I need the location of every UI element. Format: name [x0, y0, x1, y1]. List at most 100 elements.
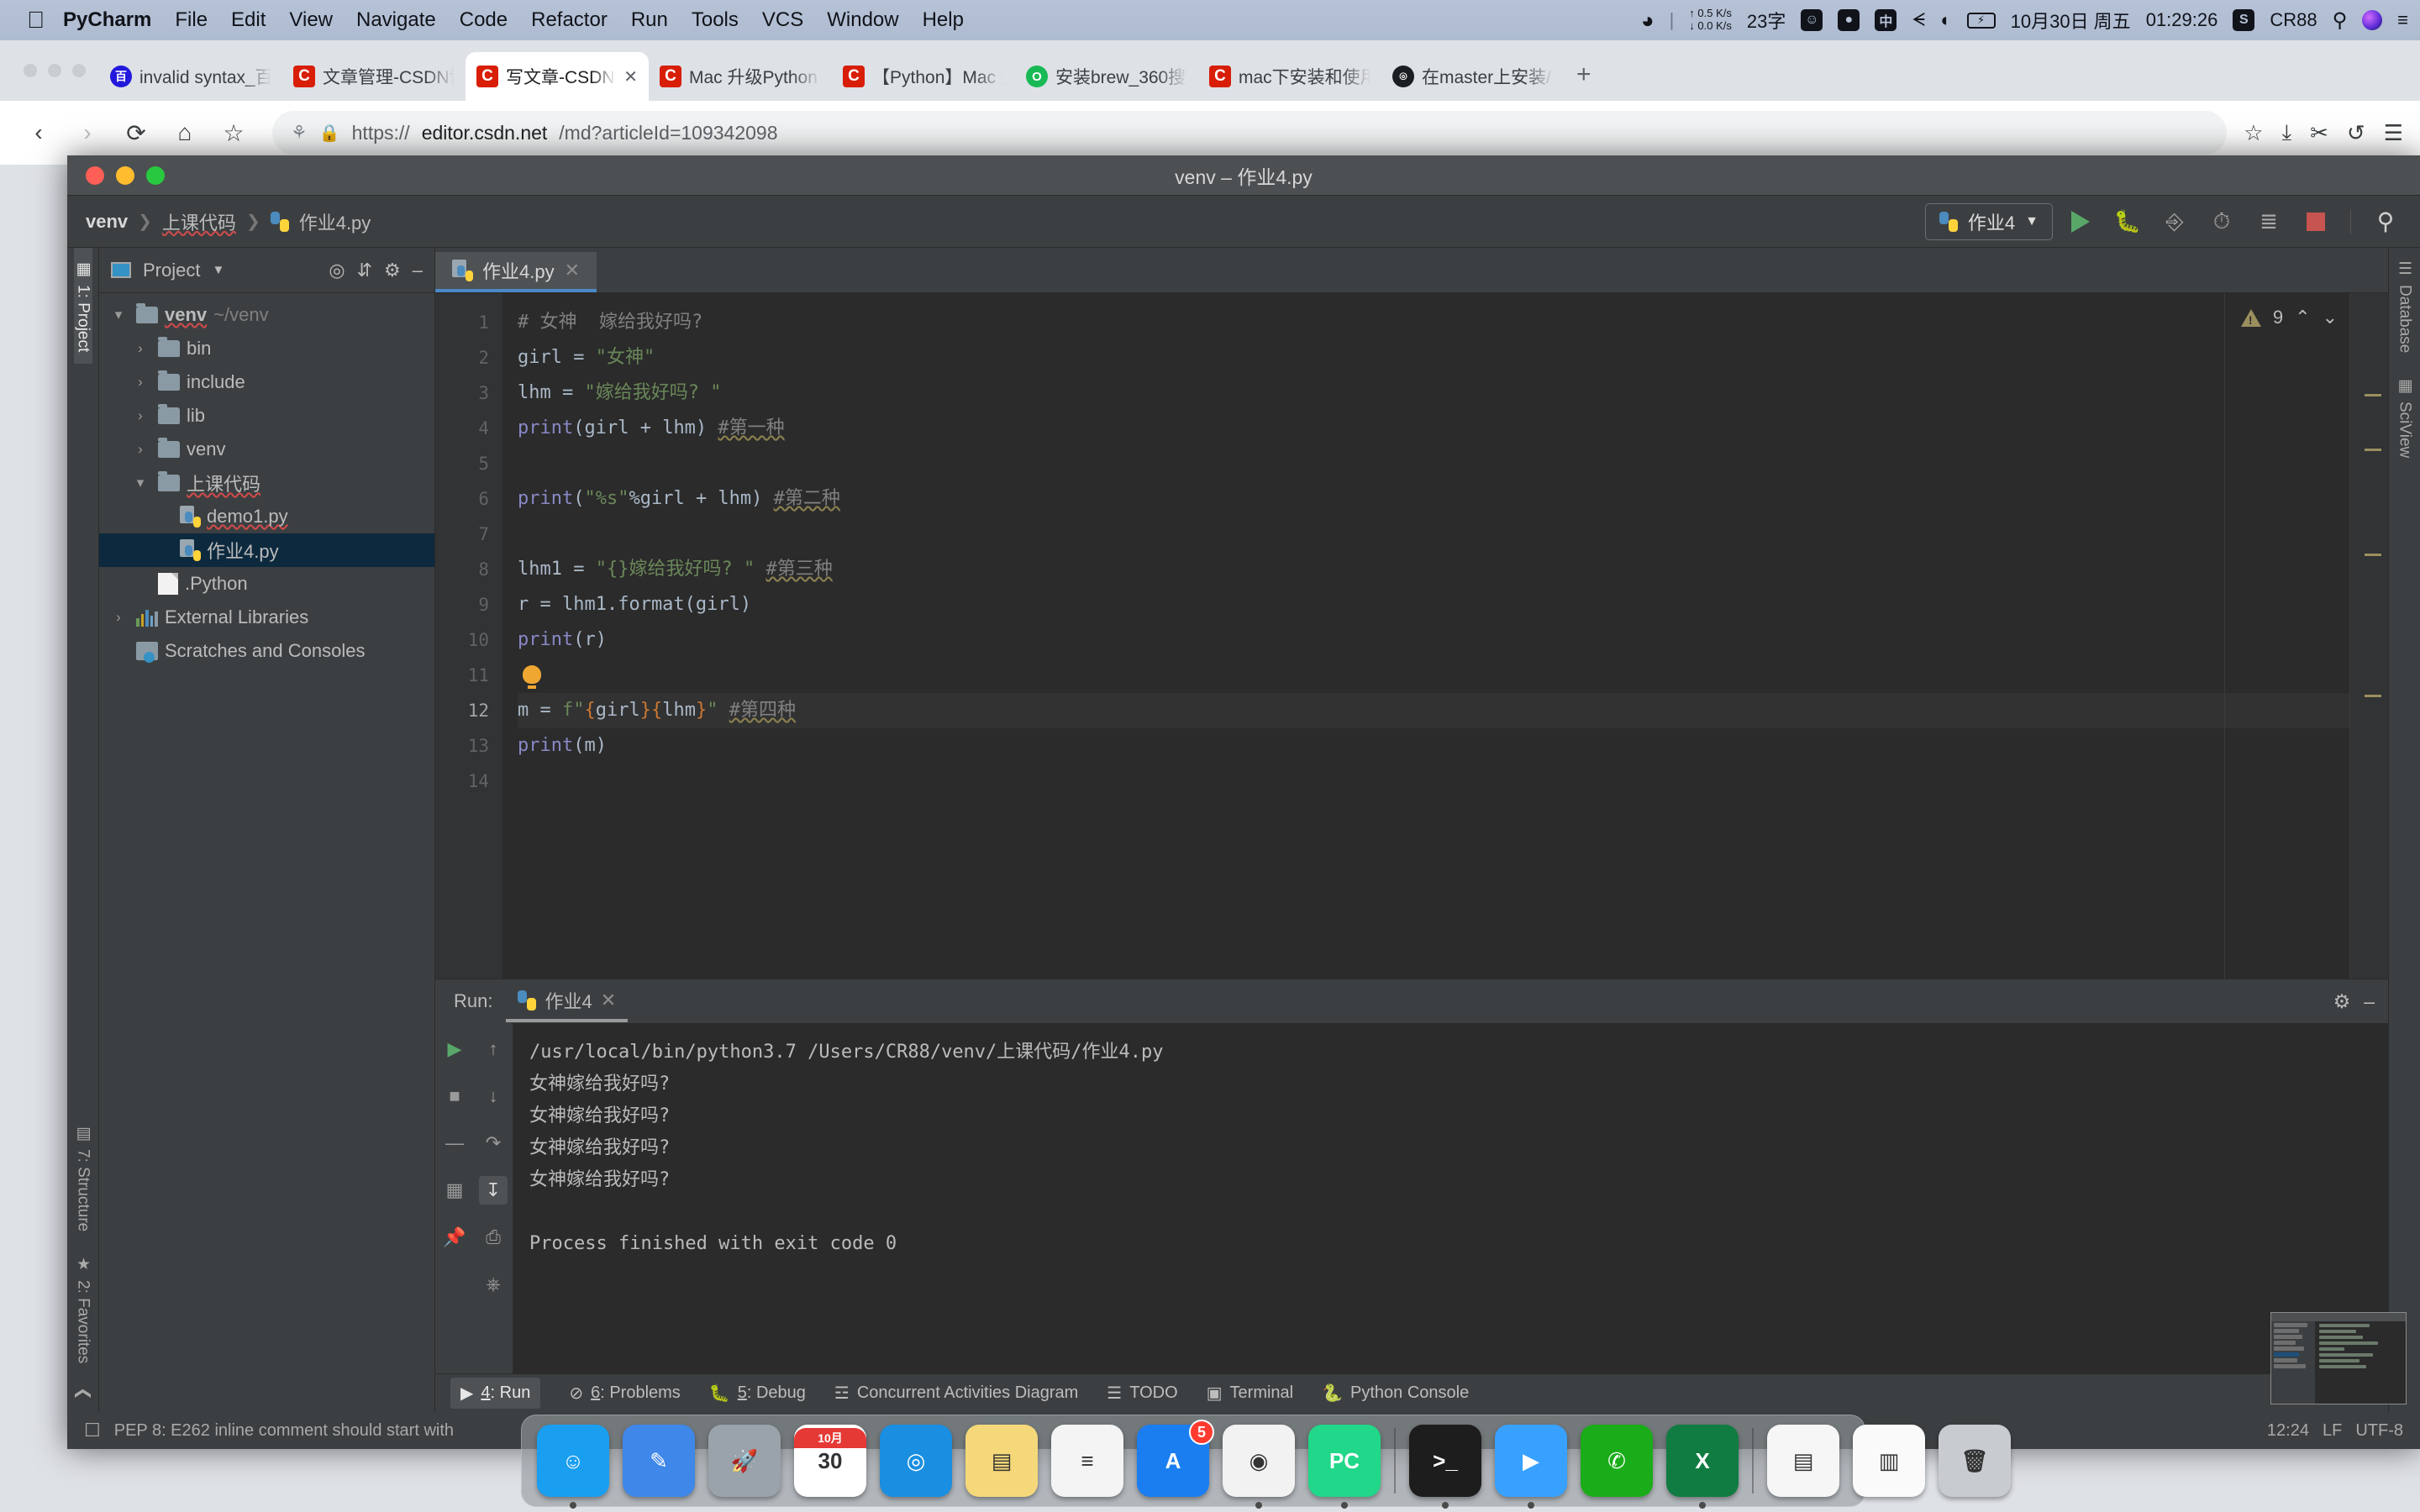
caret-position[interactable]: 12:24	[2267, 1421, 2309, 1441]
dock-app-gitee[interactable]: ▶	[1495, 1425, 1567, 1509]
input-method-icon[interactable]: 中	[1875, 9, 1897, 31]
close-run-tab-icon[interactable]: ✕	[601, 990, 616, 1011]
tool-window-button-concurrent-activities-diagram[interactable]: ☲ Concurrent Activities Diagram	[834, 1383, 1078, 1404]
menu-app-name[interactable]: PyCharm	[63, 8, 151, 32]
chevron-right-icon[interactable]: ›	[129, 374, 151, 391]
dock-app-wechat[interactable]: ✆	[1581, 1425, 1653, 1497]
line-number[interactable]: 3	[435, 375, 489, 411]
run-with-console-icon[interactable]: ≣	[2249, 202, 2288, 241]
code-line[interactable]	[518, 517, 2388, 552]
next-problem-icon[interactable]: ⌄	[2323, 307, 2338, 328]
tool-window-button-run[interactable]: ▶ 4: Run	[450, 1378, 541, 1409]
line-number[interactable]: 9	[435, 587, 489, 622]
dock-app-chrome[interactable]: ◉	[1223, 1425, 1295, 1509]
breadcrumb-item-folder[interactable]: 上课代码	[162, 208, 236, 235]
tool-window-button-debug[interactable]: 🐛 5: Debug	[709, 1383, 806, 1404]
code-editor[interactable]: 1 2 3 4 5 6 7 8 9 10 11 12 13 14 # 女神 嫁给我好吗? girl = "女…	[435, 293, 2388, 979]
chevron-right-icon[interactable]: ›	[129, 441, 151, 458]
chevron-right-icon[interactable]: ›	[129, 407, 151, 424]
settings-gear-icon[interactable]: ⚙	[384, 260, 401, 281]
code-line[interactable]: # 女神 嫁给我好吗?	[518, 305, 2388, 340]
bookmark-star-icon[interactable]: ☆	[212, 111, 255, 155]
menu-item-window[interactable]: Window	[827, 8, 898, 32]
code-line[interactable]: lhm = "嫁给我好吗? "	[518, 375, 2388, 411]
apple-icon[interactable]: 	[27, 8, 45, 32]
inspection-widget[interactable]: 9 ⌃ ⌄	[2240, 307, 2338, 328]
soft-wrap-icon[interactable]: ↷	[479, 1129, 508, 1158]
menu-item-navigate[interactable]: Navigate	[356, 8, 436, 32]
rerun-icon[interactable]: ▶	[440, 1035, 469, 1063]
menu-item-edit[interactable]: Edit	[231, 8, 266, 32]
tree-item-0[interactable]: ▾ venv ~/venv	[99, 298, 434, 332]
bluetooth-icon[interactable]: ᗕ	[1912, 9, 1925, 31]
run-console-output[interactable]: /usr/local/bin/python3.7 /Users/CR88/ven…	[513, 1023, 2388, 1373]
tree-item-2[interactable]: › include	[99, 365, 434, 399]
collapse-all-icon[interactable]: ⇵	[357, 260, 372, 281]
intention-bulb-icon[interactable]	[523, 665, 541, 689]
chevron-down-icon[interactable]: ▾	[108, 307, 129, 323]
settings-gear-icon[interactable]: ⚙	[2333, 990, 2351, 1013]
shield-icon[interactable]: ⚘	[291, 122, 308, 144]
editor-marker-bar[interactable]	[2349, 293, 2388, 979]
hide-icon[interactable]: –	[413, 260, 423, 281]
sidebar-item-project[interactable]: ▦ 1: Project	[73, 248, 92, 365]
layout-icon[interactable]: ▦	[440, 1176, 469, 1205]
code-line[interactable]	[518, 658, 2388, 693]
line-number[interactable]: 5	[435, 446, 489, 481]
menu-item-file[interactable]: File	[175, 8, 208, 32]
line-number[interactable]: 12	[435, 693, 489, 728]
browser-tab[interactable]: C Mac 升级Python 2.7 至	[649, 52, 832, 101]
code-line[interactable]: print("%s"%girl + lhm) #第二种	[518, 481, 2388, 517]
editor-code-area[interactable]: # 女神 嫁给我好吗? girl = "女神" lhm = "嫁给我好吗? " pri…	[502, 293, 2388, 979]
close-window-button[interactable]	[24, 64, 37, 77]
tree-item-9[interactable]: › External Libraries	[99, 601, 434, 634]
close-tab-icon[interactable]: ✕	[623, 66, 638, 87]
line-number[interactable]: 11	[435, 658, 489, 693]
line-separator[interactable]: LF	[2323, 1421, 2342, 1441]
editor-gutter[interactable]: 1 2 3 4 5 6 7 8 9 10 11 12 13 14	[435, 293, 502, 979]
up-arrow-icon[interactable]: ↑	[479, 1035, 508, 1063]
code-line[interactable]: lhm1 = "{}嫁给我好吗? " #第三种	[518, 552, 2388, 587]
sidebar-item-favorites[interactable]: ★ 2: Favorites	[74, 1243, 92, 1375]
dock-app-app-store[interactable]: A5	[1137, 1420, 1214, 1497]
dock-app-document-2[interactable]: ▥	[1853, 1425, 1925, 1497]
tool-window-button-todo[interactable]: ☰ TODO	[1107, 1383, 1177, 1404]
line-number[interactable]: 14	[435, 764, 489, 799]
tree-item-6[interactable]: demo1.py	[99, 500, 434, 533]
chrome-menu-icon[interactable]: ☰	[2384, 120, 2403, 146]
browser-tab[interactable]: C mac下安装和使用bre	[1198, 52, 1381, 101]
dock-app-excel[interactable]: X	[1666, 1425, 1739, 1509]
file-encoding[interactable]: UTF-8	[2355, 1421, 2403, 1441]
sogou-input-icon[interactable]: S	[2233, 9, 2255, 31]
close-tab-icon[interactable]: ✕	[565, 260, 580, 281]
menu-username[interactable]: CR88	[2270, 9, 2317, 31]
menu-item-code[interactable]: Code	[460, 8, 508, 32]
project-panel-title[interactable]: Project	[143, 260, 200, 281]
maximize-window-button[interactable]	[72, 64, 86, 77]
word-count-indicator[interactable]: 23字	[1747, 7, 1786, 34]
print-icon[interactable]: ⎙	[479, 1223, 508, 1252]
line-number[interactable]: 8	[435, 552, 489, 587]
line-number[interactable]: 1	[435, 305, 489, 340]
sidebar-item-structure[interactable]: ▤ 7: Structure	[74, 1112, 92, 1243]
bookmark-icon[interactable]: ☆	[2244, 120, 2263, 146]
home-icon[interactable]: ⌂	[163, 111, 207, 155]
event-log-icon[interactable]: ☐	[84, 1420, 101, 1441]
line-number[interactable]: 7	[435, 517, 489, 552]
line-number[interactable]: 10	[435, 622, 489, 658]
chevron-down-icon[interactable]: ▾	[129, 475, 151, 491]
browser-tab[interactable]: C 文章管理-CSDN博客	[282, 52, 466, 101]
pause-icon[interactable]: —	[440, 1129, 469, 1158]
code-line[interactable]: girl = "女神"	[518, 340, 2388, 375]
pin-icon[interactable]: 📌	[440, 1223, 469, 1252]
code-line[interactable]	[518, 446, 2388, 481]
control-center-icon[interactable]: ≡	[2397, 9, 2408, 31]
refresh-icon[interactable]: ↺	[2347, 120, 2365, 146]
browser-tab-active[interactable]: C 写文章-CSDN博客 ✕	[466, 52, 649, 101]
line-number[interactable]: 6	[435, 481, 489, 517]
menu-item-help[interactable]: Help	[923, 8, 964, 32]
breadcrumb-item-project[interactable]: venv	[86, 211, 128, 233]
dock-app-notes-app[interactable]: ✎	[623, 1425, 695, 1497]
tool-window-button-problems[interactable]: ⊘ 6: Problems	[569, 1383, 680, 1404]
forward-icon[interactable]: ›	[66, 111, 109, 155]
